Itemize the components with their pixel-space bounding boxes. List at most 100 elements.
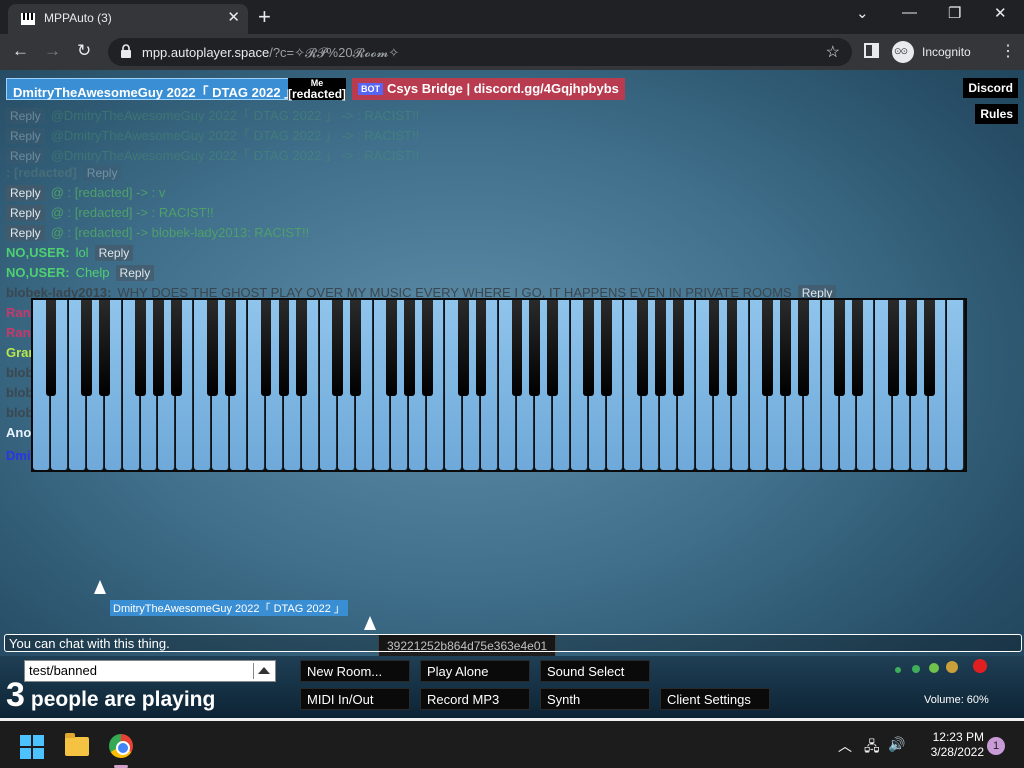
piano-black-key[interactable] [457, 300, 469, 396]
side-panel-icon[interactable] [864, 43, 879, 58]
tab-close-icon[interactable]: ✕ [227, 8, 240, 26]
reply-button[interactable]: Reply [6, 185, 45, 201]
piano-black-key[interactable] [762, 300, 774, 396]
piano-black-key[interactable] [475, 300, 487, 396]
piano-black-key[interactable] [350, 300, 361, 396]
reply-button[interactable]: Reply [6, 225, 45, 241]
windows-start-icon[interactable] [20, 735, 44, 759]
discord-button[interactable]: Discord [963, 78, 1018, 98]
chat-message: Reply @DmitryTheAwesomeGuy 2022「 DTAG 202… [6, 145, 419, 164]
browser-tab[interactable]: MPPAuto (3) ✕ [8, 4, 248, 34]
chat-author[interactable]: NO,USER: [6, 265, 70, 280]
notification-badge[interactable]: 1 [987, 737, 1005, 755]
volume-dot[interactable] [946, 661, 958, 673]
reply-button[interactable]: Reply [82, 165, 122, 181]
volume-dot[interactable] [973, 659, 987, 673]
url-text: mpp.autoplayer.space/?c=✧𝓡𝓟%20𝓡𝓸𝓸𝓶✧ [142, 45, 399, 61]
piano-black-key[interactable] [905, 300, 917, 396]
synth-button[interactable]: Synth [540, 688, 650, 710]
browser-menu-icon[interactable]: ⋮ [1000, 41, 1016, 61]
reply-button[interactable]: Reply [94, 245, 134, 261]
network-icon[interactable]: 🖧 [864, 736, 880, 760]
close-window-icon[interactable]: ✕ [994, 4, 1007, 22]
piano-black-key[interactable] [511, 300, 523, 396]
chat-message: Reply @DmitryTheAwesomeGuy 2022「 DTAG 202… [6, 125, 419, 144]
show-hidden-icons-chevron-icon[interactable]: ︿ [838, 736, 852, 756]
url-host: mpp.autoplayer.space [142, 45, 270, 60]
player-tag-dmitry[interactable]: DmitryTheAwesomeGuy 2022「 DTAG 2022 」 [6, 78, 305, 100]
restore-icon[interactable]: ❐ [948, 4, 961, 22]
tab-search-chevron-icon[interactable]: ⌄ [856, 4, 869, 22]
piano-black-key[interactable] [404, 300, 415, 396]
piano-black-key[interactable] [81, 300, 93, 396]
chrome-icon[interactable] [109, 734, 133, 758]
piano-keyboard[interactable] [31, 298, 967, 472]
minimize-icon[interactable]: — [902, 4, 917, 21]
taskbar-clock[interactable]: 12:23 PM 3/28/2022 [912, 730, 984, 760]
piano-black-key[interactable] [708, 300, 720, 396]
client-settings-button[interactable]: Client Settings [660, 688, 770, 710]
piano-black-key[interactable] [206, 300, 218, 396]
player-tag-me[interactable]: Me [redacted] [288, 78, 346, 101]
piano-black-key[interactable] [45, 300, 57, 396]
dropdown-arrow-icon[interactable] [253, 663, 273, 679]
piano-black-key[interactable] [171, 300, 182, 396]
piano-white-key[interactable] [947, 300, 964, 470]
reply-button[interactable]: Reply [6, 205, 45, 221]
piano-black-key[interactable] [672, 300, 684, 396]
piano-black-key[interactable] [260, 300, 272, 396]
reply-button[interactable]: Reply [6, 148, 45, 164]
chat-input[interactable]: You can chat with this thing. [4, 634, 1022, 652]
piano-black-key[interactable] [654, 300, 666, 396]
piano-black-key[interactable] [798, 300, 810, 396]
piano-black-key[interactable] [421, 300, 433, 396]
piano-black-key[interactable] [637, 300, 648, 396]
file-explorer-icon[interactable] [65, 733, 89, 756]
piano-black-key[interactable] [780, 300, 792, 396]
speaker-icon[interactable]: 🔊 [888, 736, 905, 753]
incognito-badge[interactable]: Incognito [890, 39, 984, 65]
volume-dot[interactable] [929, 663, 939, 673]
piano-black-key[interactable] [332, 300, 344, 396]
volume-dot[interactable] [912, 665, 920, 673]
address-bar[interactable]: mpp.autoplayer.space/?c=✧𝓡𝓟%20𝓡𝓸𝓸𝓶✧ ☆ [108, 38, 852, 66]
bot-badge: BOT [358, 83, 383, 95]
player-tag-csys-bridge[interactable]: BOT Csys Bridge | discord.gg/4Gqjhpbybs [352, 78, 625, 100]
play-alone-button[interactable]: Play Alone [420, 660, 530, 682]
piano-black-key[interactable] [153, 300, 164, 396]
record-mp3-button[interactable]: Record MP3 [420, 688, 530, 710]
chat-author[interactable]: : [redacted] [6, 165, 77, 180]
piano-black-key[interactable] [601, 300, 612, 396]
piano-black-key[interactable] [547, 300, 559, 396]
forward-icon[interactable]: → [44, 41, 61, 61]
back-icon[interactable]: ← [12, 41, 29, 61]
piano-black-key[interactable] [923, 300, 935, 396]
piano-black-key[interactable] [726, 300, 738, 396]
piano-black-key[interactable] [224, 300, 236, 396]
new-tab-icon[interactable]: + [258, 4, 271, 30]
sound-select-button[interactable]: Sound Select [540, 660, 650, 682]
piano-black-key[interactable] [386, 300, 397, 396]
reply-button[interactable]: Reply [6, 108, 45, 124]
bottom-controls: test/banned 3 people are playing New Room… [0, 656, 1024, 718]
piano-black-key[interactable] [852, 300, 863, 396]
new-room-button[interactable]: New Room... [300, 660, 410, 682]
piano-black-key[interactable] [278, 300, 290, 396]
piano-black-key[interactable] [887, 300, 899, 396]
piano-black-key[interactable] [529, 300, 541, 396]
piano-black-key[interactable] [99, 300, 111, 396]
bookmark-star-icon[interactable]: ☆ [826, 42, 840, 62]
chat-author[interactable]: NO,USER: [6, 245, 70, 260]
player-name: DmitryTheAwesomeGuy 2022「 DTAG 2022 」 [13, 85, 298, 100]
reload-icon[interactable]: ↻ [77, 41, 91, 61]
piano-black-key[interactable] [834, 300, 845, 396]
player-count-label: people are playing [30, 688, 216, 711]
reply-button[interactable]: Reply [6, 128, 45, 144]
piano-black-key[interactable] [583, 300, 594, 396]
piano-black-key[interactable] [296, 300, 308, 396]
reply-button[interactable]: Reply [115, 265, 155, 281]
rules-button[interactable]: Rules [975, 104, 1018, 124]
piano-black-key[interactable] [135, 300, 146, 396]
volume-dot[interactable] [895, 667, 901, 673]
midi-button[interactable]: MIDI In/Out [300, 688, 410, 710]
